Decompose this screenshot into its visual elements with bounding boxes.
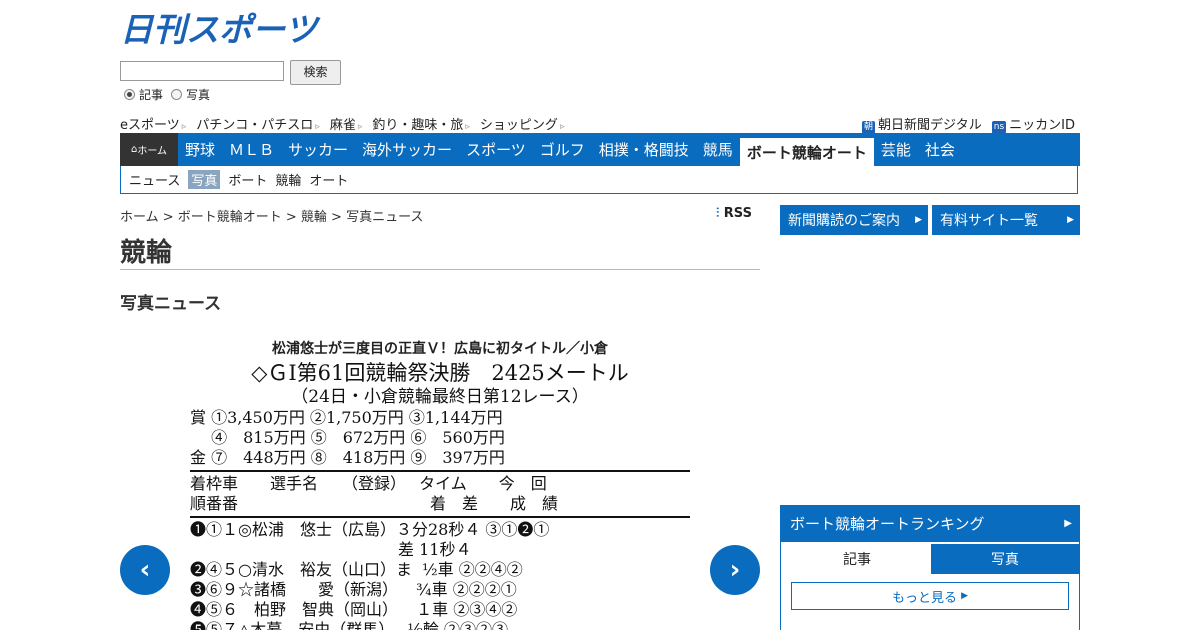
photo-subtitle: （24日・小倉競輪最終日第12レース） — [291, 387, 589, 407]
nav-item[interactable]: ゴルフ — [533, 133, 592, 166]
nav-item-active[interactable]: ボート競輪オート — [739, 138, 874, 166]
result-row: ❺⑤７△木暮 安由（群馬） ⅛輪 ②③②③ — [190, 620, 508, 630]
table-header: 順番番 着 差 成 績 — [190, 494, 559, 513]
secnav-item[interactable]: ボート — [228, 170, 267, 189]
nav-item[interactable]: スポーツ — [459, 133, 533, 166]
result-row: ❹⑤６ 柏野 智典（岡山） １車 ②③④② — [190, 600, 518, 619]
tab-photos[interactable]: 写真 — [931, 544, 1079, 574]
result-row: ❷④５○清水 裕友（山口）ま ½車 ②②④② — [190, 560, 523, 579]
search-type-radios: 記事 写真 — [124, 86, 210, 103]
nav-item[interactable]: 野球 — [178, 133, 222, 166]
radio-photo[interactable] — [171, 89, 183, 100]
radio-article[interactable] — [124, 89, 135, 100]
radio-photo-label: 写真 — [186, 88, 211, 102]
page-title: 競輪 — [120, 238, 173, 268]
nav-item[interactable]: 社会 — [918, 133, 962, 166]
breadcrumb[interactable]: ホーム > ボート競輪オート > 競輪 > 写真ニュース — [120, 206, 423, 225]
main-nav: ⌂ ホーム 野球 ＭＬＢ サッカー 海外サッカー スポーツ ゴルフ 相撲・格闘技 … — [120, 133, 1080, 166]
caret-right-icon: ▶ — [961, 591, 969, 601]
photo-caption: 松浦悠士が三度目の正直Ｖ！広島に初タイトル／小倉 — [272, 341, 608, 357]
secnav-item[interactable]: オート — [309, 170, 348, 189]
nav-item[interactable]: 芸能 — [874, 133, 918, 166]
radio-article-label: 記事 — [139, 88, 164, 102]
nav-item[interactable]: ＭＬＢ — [222, 133, 281, 166]
prev-photo-button[interactable]: ‹ — [120, 545, 170, 595]
title-divider — [120, 269, 760, 270]
result-row: ❶①１◎松浦 悠士（広島）３分28秒４ ③①❷① — [190, 520, 550, 539]
chevron-right-icon: ▶ — [1067, 215, 1074, 225]
photo-rule — [190, 470, 690, 472]
nikkan-id-link[interactable]: ns ニッカンID — [991, 114, 1075, 134]
photo-title: ◇ＧⅠ第61回競輪祭決勝 2425メートル — [251, 361, 629, 385]
more-button[interactable]: もっと見る ▶ — [791, 582, 1069, 610]
prize-line: 金 ⑦ 448万円 ⑧ 418万円 ⑨ 397万円 — [190, 448, 505, 467]
secnav-item[interactable]: ニュース — [129, 170, 180, 189]
nav-item[interactable]: 競馬 — [696, 133, 740, 166]
site-logo[interactable]: 日刊スポーツ — [120, 12, 317, 48]
tab-articles[interactable]: 記事 — [783, 544, 931, 574]
subnav-item[interactable]: 釣り・趣味・旅 ▹ — [372, 114, 470, 133]
photo-rule — [190, 516, 690, 518]
nav-item[interactable]: 相撲・格闘技 — [592, 133, 696, 166]
subnav-item[interactable]: ショッピング ▹ — [480, 114, 565, 133]
section-title: 写真ニュース — [120, 294, 222, 314]
chevron-right-icon: › — [729, 555, 741, 585]
next-photo-button[interactable]: › — [710, 545, 760, 595]
search-input[interactable] — [120, 61, 284, 81]
rss-icon: ⫶ — [716, 206, 720, 221]
result-row: 差 11秒４ — [190, 540, 472, 559]
subscribe-button[interactable]: 新聞購読のご案内 ▶ — [780, 205, 928, 235]
nav-home[interactable]: ⌂ ホーム — [120, 133, 178, 166]
chevron-right-icon: ▶ — [1064, 517, 1072, 529]
ranking-header[interactable]: ボート競輪オートランキング ▶ — [780, 505, 1080, 541]
external-links: 朝朝日新聞デジタル ns ニッカンID — [861, 114, 1075, 134]
secnav-item-active[interactable]: 写真 — [188, 170, 221, 189]
table-header: 着枠車 選手名 （登録） タイム 今 回 — [190, 474, 547, 493]
top-subnav: eスポーツ ▹ パチンコ・パチスロ ▹ 麻雀 ▹ 釣り・趣味・旅 ▹ ショッピング ▹ — [120, 114, 564, 133]
nav-item[interactable]: 海外サッカー — [355, 133, 459, 166]
asahi-link[interactable]: 朝朝日新聞デジタル — [861, 114, 982, 134]
subnav-item[interactable]: パチンコ・パチスロ ▹ — [196, 114, 320, 133]
result-row: ❸⑥９☆諸橋 愛（新潟） ¾車 ②②②① — [190, 580, 517, 599]
photo-image: ◇ＧⅠ第61回競輪祭決勝 2425メートル （24日・小倉競輪最終日第12レース… — [190, 360, 690, 630]
prize-line: 賞 ①3,450万円 ②1,750万円 ③1,144万円 — [190, 408, 503, 427]
secnav-item[interactable]: 競輪 — [275, 170, 301, 189]
prize-line: ④ 815万円 ⑤ 672万円 ⑥ 560万円 — [190, 428, 505, 447]
search-button[interactable]: 検索 — [290, 60, 341, 85]
nav-item[interactable]: サッカー — [281, 133, 355, 166]
paid-sites-button[interactable]: 有料サイト一覧 ▶ — [932, 205, 1080, 235]
subnav-item[interactable]: 麻雀 ▹ — [330, 114, 363, 133]
chevron-right-icon: ▶ — [915, 215, 922, 225]
rss-link[interactable]: ⫶ RSS — [716, 206, 752, 221]
subnav-item[interactable]: eスポーツ ▹ — [120, 114, 186, 133]
ranking-box: 記事 写真 もっと見る ▶ — [780, 541, 1080, 630]
section-nav: ニュース 写真 ボート 競輪 オート — [120, 166, 1078, 194]
chevron-left-icon: ‹ — [139, 555, 151, 585]
